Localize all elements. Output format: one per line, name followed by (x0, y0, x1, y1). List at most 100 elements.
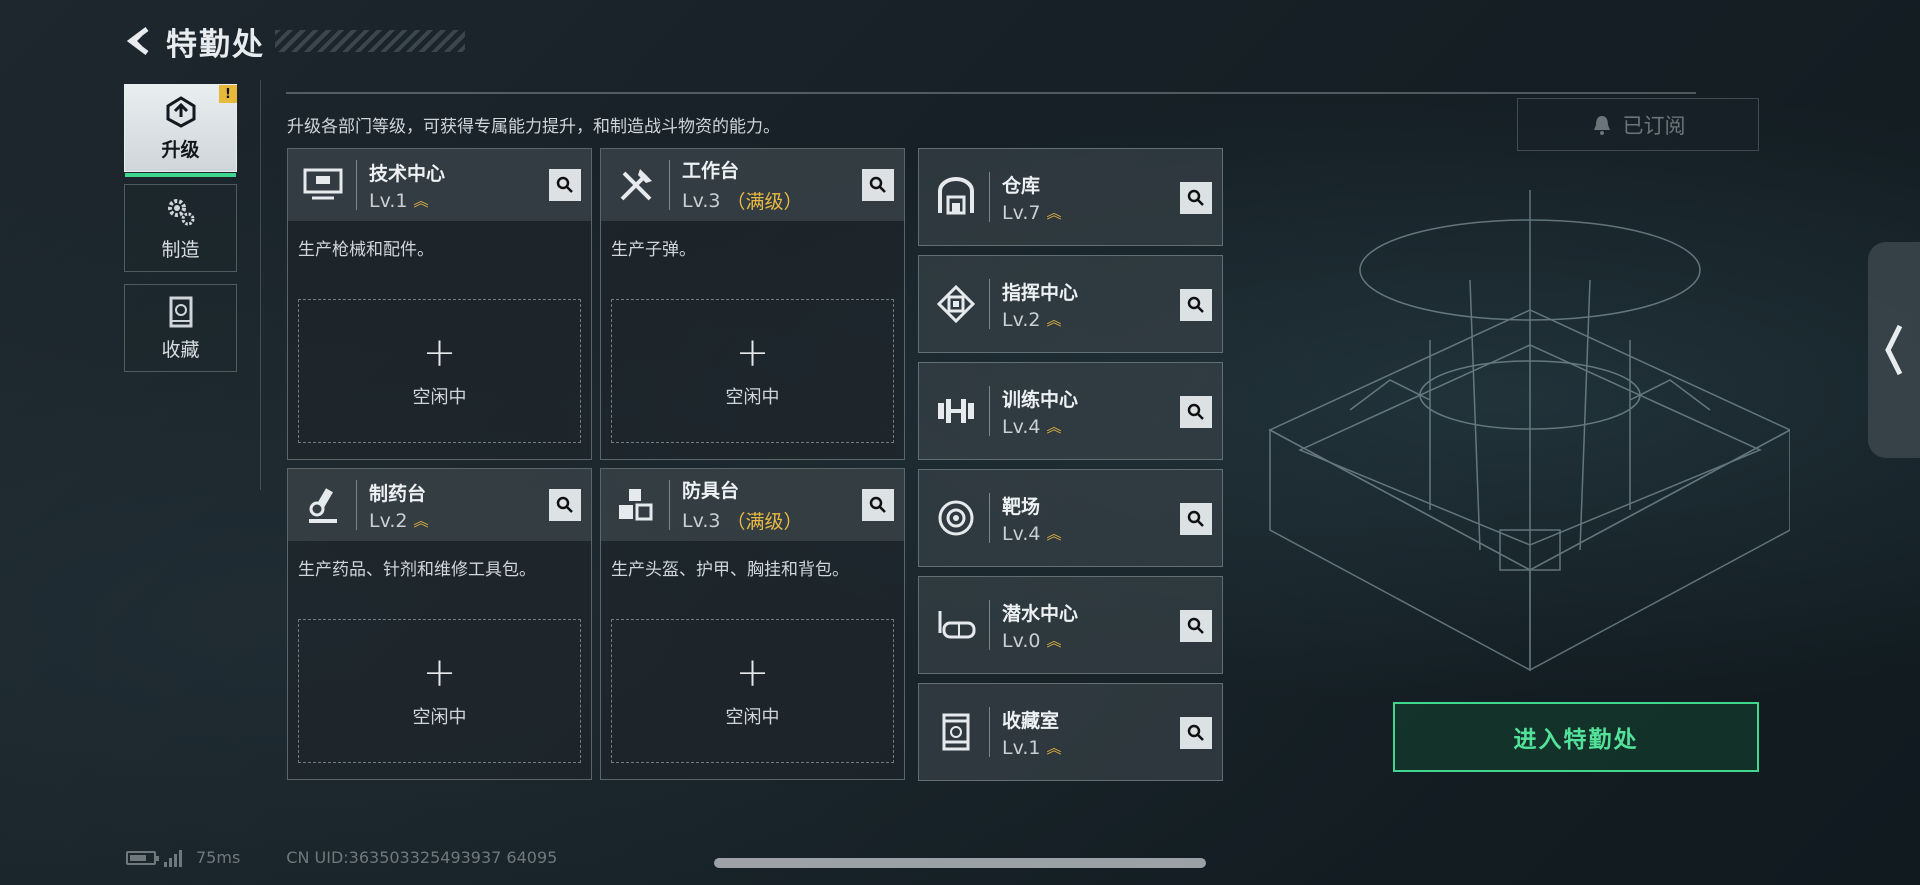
instruction-text: 升级各部门等级，可获得专属能力提升，和制造战斗物资的能力。 (287, 117, 780, 137)
workshop-level: Lv.3 （满级） (682, 507, 803, 534)
inspect-button[interactable] (1180, 182, 1212, 214)
facility-level: Lv.1 ︽ (1002, 737, 1062, 759)
level-text: Lv.3 (682, 189, 721, 212)
bell-icon (1591, 114, 1613, 136)
vault-icon (931, 707, 981, 757)
home-indicator[interactable] (714, 858, 1206, 868)
facility-level: Lv.2 ︽ (1002, 309, 1078, 331)
workshop-card-pharmacy[interactable]: 制药台 Lv.2 ︽ 生产药品、针剂和维修工具包。 + 空闲中 (287, 468, 592, 780)
microscope-icon (298, 480, 348, 530)
facility-item-collection-room[interactable]: 收藏室 Lv.1 ︽ (918, 683, 1223, 781)
workshop-name: 技术中心 (369, 162, 446, 185)
workshop-name: 制药台 (369, 482, 427, 505)
divider (989, 707, 990, 757)
search-icon (869, 176, 886, 193)
gears-icon (167, 198, 194, 225)
dumbbell-icon (931, 386, 981, 436)
workshop-card-workbench[interactable]: 工作台 Lv.3 （满级） 生产子弹。 + 空闲中 (600, 148, 905, 460)
collection-icon (169, 296, 192, 327)
search-icon (869, 496, 886, 513)
title-decoration (275, 30, 465, 52)
side-navigation: ! 升级 制造 收藏 (124, 84, 237, 384)
level-text: Lv.4 (1002, 522, 1041, 545)
workshop-description: 生产头盔、护甲、胸挂和背包。 (611, 560, 849, 580)
enter-special-ops-button[interactable]: 进入特勤处 (1393, 702, 1759, 772)
workshop-name: 工作台 (682, 160, 740, 182)
inspect-button[interactable] (549, 489, 581, 521)
tools-icon (611, 160, 661, 210)
side-drawer-toggle[interactable] (1868, 242, 1920, 458)
facility-level: Lv.4 ︽ (1002, 523, 1062, 545)
nav-label: 收藏 (161, 338, 200, 361)
facility-level: Lv.7 ︽ (1002, 202, 1062, 224)
production-slot[interactable]: + 空闲中 (298, 299, 581, 443)
nav-item-upgrade[interactable]: ! 升级 (124, 84, 237, 177)
workshop-card-tech-center[interactable]: 技术中心 Lv.1 ︽ 生产枪械和配件。 + 空闲中 (287, 148, 592, 460)
ping-text: 75ms (196, 848, 241, 867)
workshop-name: 防具台 (682, 480, 740, 502)
inspect-button[interactable] (1180, 717, 1212, 749)
divider (989, 493, 990, 543)
status-bar: 75ms CN UID:363503325493937 64095 (126, 848, 557, 867)
facility-item-warehouse[interactable]: 仓库 Lv.7 ︽ (918, 148, 1223, 246)
upgrade-chevron-icon: ︽ (1046, 524, 1062, 543)
inspect-button[interactable] (1180, 396, 1212, 428)
facility-name: 仓库 (1002, 174, 1041, 197)
production-slot[interactable]: + 空闲中 (611, 619, 894, 763)
chip-icon (931, 279, 981, 329)
nav-item-manufacture[interactable]: 制造 (124, 184, 237, 272)
slot-status: 空闲中 (725, 707, 780, 728)
nav-label: 升级 (161, 138, 200, 161)
divider (260, 80, 261, 490)
production-slot[interactable]: + 空闲中 (298, 619, 581, 763)
chevron-left-icon (1885, 324, 1903, 376)
workshop-description: 生产枪械和配件。 (298, 240, 434, 260)
facility-level: Lv.0 ︽ (1002, 630, 1078, 652)
inspect-button[interactable] (1180, 503, 1212, 535)
workshop-level: Lv.3 （满级） (682, 187, 803, 214)
plus-icon: + (422, 650, 457, 696)
slot-status: 空闲中 (725, 387, 780, 408)
slot-status: 空闲中 (412, 707, 467, 728)
facility-item-training-center[interactable]: 训练中心 Lv.4 ︽ (918, 362, 1223, 460)
divider (286, 92, 1696, 94)
page-title: 特勤处 (166, 26, 265, 63)
facility-name: 潜水中心 (1002, 602, 1079, 625)
level-text: Lv.2 (1002, 308, 1041, 331)
upgrade-chevron-icon: ︽ (1046, 310, 1062, 329)
facility-item-shooting-range[interactable]: 靶场 Lv.4 ︽ (918, 469, 1223, 567)
inspect-button[interactable] (549, 169, 581, 201)
search-icon (556, 176, 573, 193)
monitor-icon (298, 160, 348, 210)
inspect-button[interactable] (1180, 610, 1212, 642)
plus-icon: + (735, 330, 770, 376)
top-bar: 特勤处 (122, 18, 465, 64)
facility-level: Lv.4 ︽ (1002, 416, 1078, 438)
nav-item-collection[interactable]: 收藏 (124, 284, 237, 372)
card-header: 防具台 Lv.3 （满级） (601, 469, 904, 541)
divider (989, 279, 990, 329)
workshop-card-armor-bench[interactable]: 防具台 Lv.3 （满级） 生产头盔、护甲、胸挂和背包。 + 空闲中 (600, 468, 905, 780)
level-text: Lv.7 (1002, 201, 1041, 224)
subscribed-label: 已订阅 (1622, 113, 1686, 138)
facility-name: 训练中心 (1002, 388, 1079, 411)
facility-name: 指挥中心 (1002, 281, 1079, 304)
back-arrow-icon[interactable] (122, 22, 160, 60)
level-text: Lv.3 (682, 509, 721, 532)
production-slot[interactable]: + 空闲中 (611, 299, 894, 443)
subscribed-button[interactable]: 已订阅 (1517, 98, 1759, 151)
target-icon (931, 493, 981, 543)
battery-icon (126, 850, 159, 865)
level-text: Lv.1 (369, 189, 408, 212)
facility-item-diving-center[interactable]: 潜水中心 Lv.0 ︽ (918, 576, 1223, 674)
inspect-button[interactable] (862, 489, 894, 521)
warehouse-icon (931, 172, 981, 222)
upgrade-icon (166, 95, 195, 128)
facility-item-command-center[interactable]: 指挥中心 Lv.2 ︽ (918, 255, 1223, 353)
card-header: 技术中心 Lv.1 ︽ (288, 149, 591, 221)
divider (669, 480, 670, 530)
inspect-button[interactable] (862, 169, 894, 201)
inspect-button[interactable] (1180, 289, 1212, 321)
level-text: Lv.0 (1002, 629, 1041, 652)
uid-text: CN UID:363503325493937 64095 (286, 848, 558, 867)
